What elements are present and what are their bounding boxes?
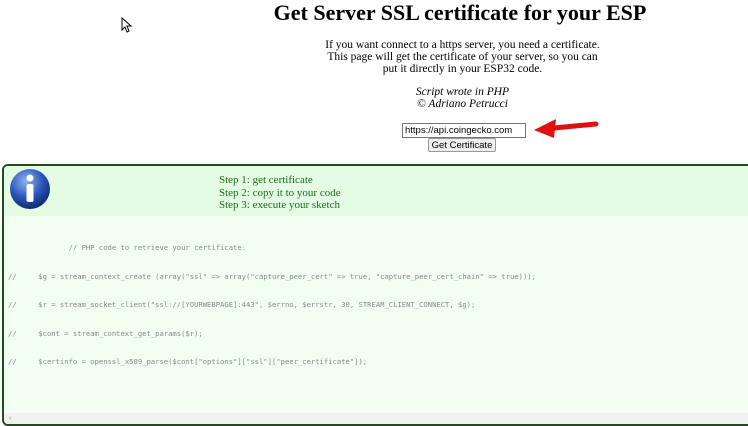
- get-certificate-button[interactable]: Get Certificate: [428, 138, 496, 152]
- panel-header: Step 1: get certificate Step 2: copy it …: [4, 166, 748, 216]
- credit-line: © Adriano Petrucci: [417, 98, 508, 110]
- steps-list: Step 1: get certificate Step 2: copy it …: [219, 174, 341, 212]
- code-block: // PHP code to retrieve your certificate…: [8, 224, 536, 386]
- horizontal-scrollbar[interactable]: ‹: [4, 413, 748, 424]
- code-line: // $r = stream_socket_client("ssl://[YOU…: [8, 300, 476, 309]
- step-item: Step 3: execute your sketch: [219, 199, 340, 211]
- page-title: Get Server SSL certificate for your ESP: [273, 0, 647, 25]
- step-item: Step 2: copy it to your code: [219, 186, 341, 199]
- info-icon: [10, 169, 50, 209]
- code-line: // PHP code to retrieve your certificate…: [8, 243, 246, 252]
- code-line: // $certinfo = openssl_x509_parse($cont[…: [8, 357, 368, 366]
- mouse-cursor-icon: [121, 17, 133, 33]
- red-arrow-icon: [534, 119, 599, 138]
- intro-line: put it directly in your ESP32 code.: [382, 63, 543, 75]
- step-item: Step 1: get certificate: [219, 174, 313, 186]
- intro-line: This page will get the certificate of yo…: [327, 51, 598, 63]
- scroll-left-arrow-icon[interactable]: ‹: [9, 414, 11, 422]
- credit-text: Script wrote in PHP © Adriano Petrucci: [300, 86, 625, 110]
- instructions-panel: Step 1: get certificate Step 2: copy it …: [2, 164, 748, 426]
- code-line: // $g = stream_context_create (array("ss…: [8, 271, 536, 281]
- intro-text: If you want connect to a https server, y…: [300, 39, 625, 75]
- intro-line: If you want connect to a https server, y…: [325, 39, 600, 51]
- credit-line: Script wrote in PHP: [415, 86, 510, 98]
- url-input[interactable]: [402, 123, 526, 138]
- code-line: // $cont = stream_context_get_params($r)…: [8, 328, 203, 338]
